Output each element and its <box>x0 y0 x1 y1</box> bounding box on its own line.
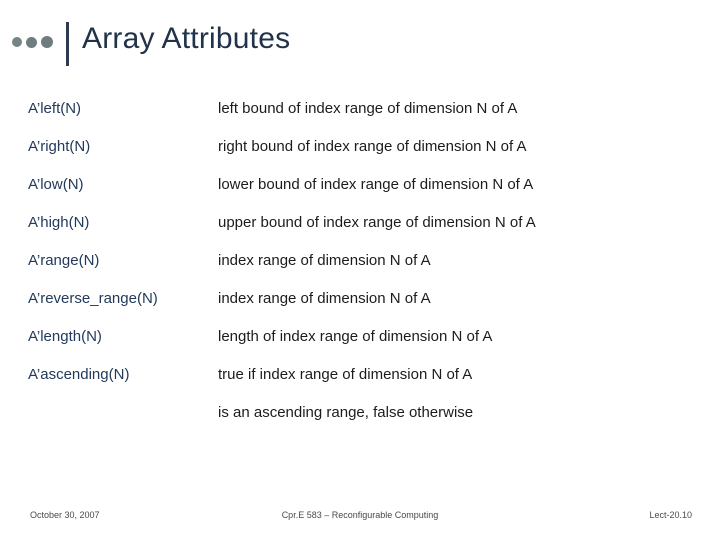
attribute-description: upper bound of index range of dimension … <box>218 214 536 231</box>
attribute-name: A’ascending(N) <box>28 366 130 383</box>
attribute-name: A’left(N) <box>28 100 82 117</box>
table-row: A’low(N) lower bound of index range of d… <box>0 176 720 214</box>
table-row: A’high(N) upper bound of index range of … <box>0 214 720 252</box>
table-row: A’range(N) index range of dimension N of… <box>0 252 720 290</box>
attribute-description: lower bound of index range of dimension … <box>218 176 534 193</box>
table-row: A’ascending(N) true if index range of di… <box>0 366 720 404</box>
decorative-dots-icon <box>12 36 53 48</box>
attribute-name: A’low(N) <box>28 176 84 193</box>
table-row: A’reverse_range(N) index range of dimens… <box>0 290 720 328</box>
table-row-continuation: is an ascending range, false otherwise <box>0 404 720 442</box>
slide-header: Array Attributes <box>0 10 720 66</box>
table-row: A’left(N) left bound of index range of d… <box>0 100 720 138</box>
footer-lecture-number: Lect-20.10 <box>649 510 692 520</box>
attribute-description: true if index range of dimension N of A <box>218 366 473 383</box>
attribute-name: A’high(N) <box>28 214 90 231</box>
attribute-description: index range of dimension N of A <box>218 290 431 307</box>
attribute-description: left bound of index range of dimension N… <box>218 100 518 117</box>
attribute-name: A’length(N) <box>28 328 102 345</box>
slide-footer: October 30, 2007 Cpr.E 583 – Reconfigura… <box>0 510 720 526</box>
slide: Array Attributes A’left(N) left bound of… <box>0 0 720 540</box>
attribute-description-continued: is an ascending range, false otherwise <box>218 404 474 421</box>
attribute-name: A’reverse_range(N) <box>28 290 158 307</box>
title-divider <box>66 22 69 66</box>
attributes-table: A’left(N) left bound of index range of d… <box>0 100 720 442</box>
attribute-name: A’range(N) <box>28 252 100 269</box>
table-row: A’right(N) right bound of index range of… <box>0 138 720 176</box>
attribute-description: right bound of index range of dimension … <box>218 138 527 155</box>
attribute-name: A’right(N) <box>28 138 91 155</box>
attribute-description: length of index range of dimension N of … <box>218 328 493 345</box>
attribute-description: index range of dimension N of A <box>218 252 431 269</box>
table-row: A’length(N) length of index range of dim… <box>0 328 720 366</box>
page-title: Array Attributes <box>82 22 291 55</box>
footer-course: Cpr.E 583 – Reconfigurable Computing <box>281 510 439 520</box>
